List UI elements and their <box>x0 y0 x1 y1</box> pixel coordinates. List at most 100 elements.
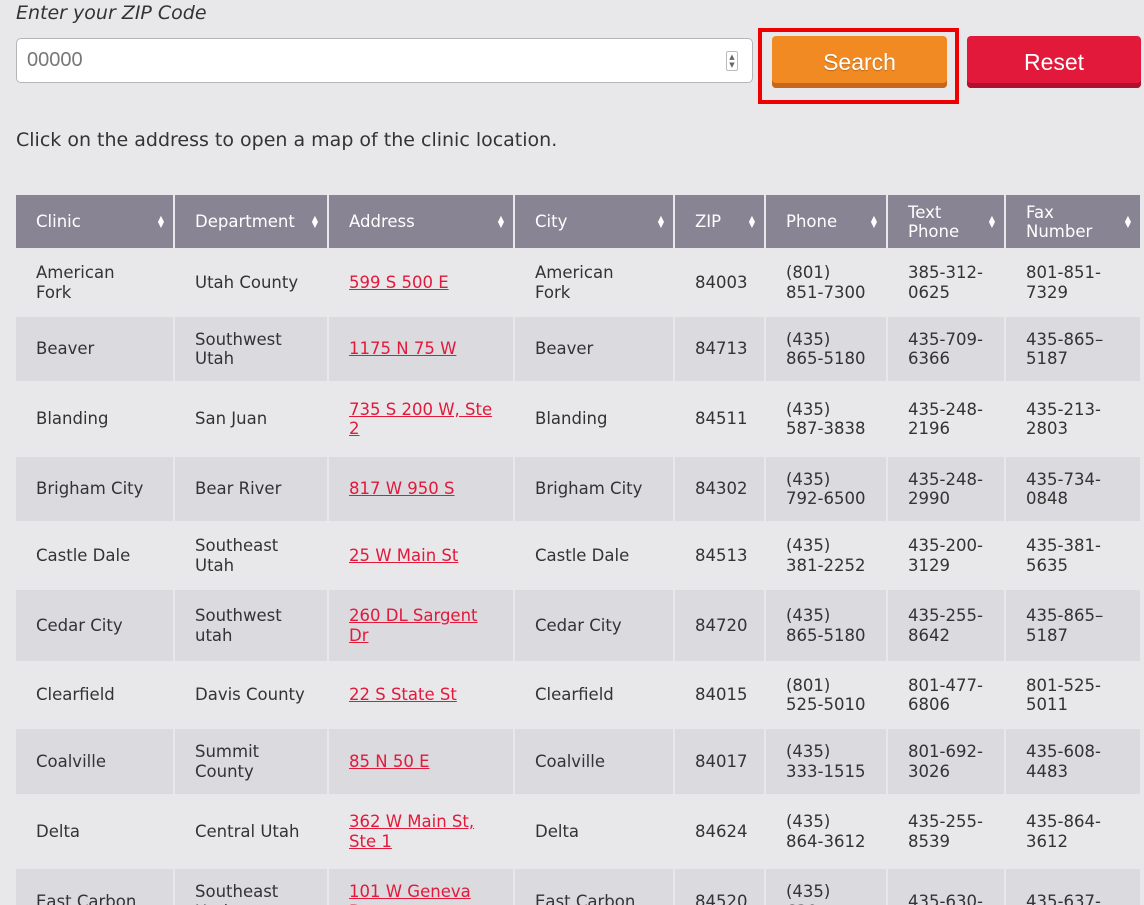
city-cell: Brigham City <box>515 457 673 521</box>
zip-cell: 84017 <box>675 729 764 794</box>
table-row: Blanding San Juan 735 S 200 W, Ste 2 Bla… <box>16 381 1140 457</box>
phone-cell: (435) 381-2252 <box>766 521 886 590</box>
text-phone-cell: 435-248-2196 <box>888 381 1004 457</box>
address-cell: 260 DL Sargent Dr <box>329 590 513 661</box>
address-link[interactable]: 735 S 200 W, Ste 2 <box>349 400 492 439</box>
department-cell: Central Utah <box>175 794 327 869</box>
department-cell: Davis County <box>175 661 327 729</box>
zip-cell: 84720 <box>675 590 764 661</box>
city-cell: Clearfield <box>515 661 673 729</box>
address-cell: 101 W Geneva Dr <box>329 869 513 905</box>
table-row: Cedar City Southwest utah 260 DL Sargent… <box>16 590 1140 661</box>
address-link[interactable]: 1175 N 75 W <box>349 339 456 358</box>
column-header-text-phone[interactable]: Text Phone ▲ ▼ <box>888 195 1004 248</box>
city-cell: Cedar City <box>515 590 673 661</box>
clinic-cell: Coalville <box>16 729 173 794</box>
fax-cell: 435-608-4483 <box>1006 729 1140 794</box>
address-link[interactable]: 362 W Main St, Ste 1 <box>349 812 474 851</box>
address-link[interactable]: 260 DL Sargent Dr <box>349 606 478 645</box>
sort-icon: ▲ ▼ <box>748 213 755 229</box>
phone-cell: (435) 865-5180 <box>766 317 886 381</box>
reset-button[interactable]: Reset <box>967 36 1141 88</box>
address-cell: 25 W Main St <box>329 521 513 590</box>
address-cell: 362 W Main St, Ste 1 <box>329 794 513 869</box>
clinic-cell: Beaver <box>16 317 173 381</box>
column-header-department[interactable]: Department ▲ ▼ <box>175 195 327 248</box>
department-cell: Southwest Utah <box>175 317 327 381</box>
department-cell: San Juan <box>175 381 327 457</box>
column-header-phone[interactable]: Phone ▲ ▼ <box>766 195 886 248</box>
zip-cell: 84624 <box>675 794 764 869</box>
address-link[interactable]: 817 W 950 S <box>349 479 455 498</box>
text-phone-cell: 435-255-8539 <box>888 794 1004 869</box>
address-link[interactable]: 599 S 500 E <box>349 273 449 292</box>
clinic-table: Clinic ▲ ▼ Department ▲ ▼ Address ▲ ▼ City ▲ ▼ Z… <box>14 195 1142 905</box>
clinic-cell: Cedar City <box>16 590 173 661</box>
column-header-fax-number[interactable]: Fax Number ▲ ▼ <box>1006 195 1140 248</box>
instructions-text: Click on the address to open a map of th… <box>16 129 558 151</box>
address-link[interactable]: 85 N 50 E <box>349 752 430 771</box>
city-cell: Castle Dale <box>515 521 673 590</box>
zip-cell: 84015 <box>675 661 764 729</box>
address-link[interactable]: 101 W Geneva Dr <box>349 882 471 905</box>
phone-cell: (435) 864-3612 <box>766 794 886 869</box>
text-phone-cell: 435-255-8642 <box>888 590 1004 661</box>
address-cell: 1175 N 75 W <box>329 317 513 381</box>
table-row: American Fork Utah County 599 S 500 E Am… <box>16 248 1140 317</box>
fax-cell: 435-865–5187 <box>1006 317 1140 381</box>
table-row: Coalville Summit County 85 N 50 E Coalvi… <box>16 729 1140 794</box>
table-row: Clearfield Davis County 22 S State St Cl… <box>16 661 1140 729</box>
sort-icon: ▲ ▼ <box>311 213 318 229</box>
department-cell: Southeast Utah <box>175 521 327 590</box>
department-cell: Utah County <box>175 248 327 317</box>
address-cell: 85 N 50 E <box>329 729 513 794</box>
fax-cell: 435-381-5635 <box>1006 521 1140 590</box>
column-header-clinic[interactable]: Clinic ▲ ▼ <box>16 195 173 248</box>
sort-icon: ▲ ▼ <box>1124 213 1131 229</box>
column-header-zip[interactable]: ZIP ▲ ▼ <box>675 195 764 248</box>
column-header-address[interactable]: Address ▲ ▼ <box>329 195 513 248</box>
city-cell: Beaver <box>515 317 673 381</box>
fax-cell: 435-865–5187 <box>1006 590 1140 661</box>
zip-code-field[interactable]: ▲ ▼ <box>16 38 753 83</box>
city-cell: East Carbon <box>515 869 673 905</box>
clinic-cell: American Fork <box>16 248 173 317</box>
chevron-up-icon[interactable]: ▲ <box>729 53 734 61</box>
text-phone-cell: 385-312-0625 <box>888 248 1004 317</box>
clinic-cell: Castle Dale <box>16 521 173 590</box>
number-stepper[interactable]: ▲ ▼ <box>726 50 738 71</box>
text-phone-cell: 801-477-6806 <box>888 661 1004 729</box>
sort-icon: ▲ ▼ <box>870 213 877 229</box>
clinic-cell: Blanding <box>16 381 173 457</box>
clinic-cell: Delta <box>16 794 173 869</box>
sort-icon: ▲ ▼ <box>497 213 504 229</box>
sort-icon: ▲ ▼ <box>157 213 164 229</box>
zip-cell: 84513 <box>675 521 764 590</box>
city-cell: Blanding <box>515 381 673 457</box>
address-link[interactable]: 25 W Main St <box>349 546 458 565</box>
phone-cell: (435) 630- <box>766 869 886 905</box>
city-cell: Delta <box>515 794 673 869</box>
address-cell: 817 W 950 S <box>329 457 513 521</box>
zip-cell: 84511 <box>675 381 764 457</box>
fax-cell: 435-734-0848 <box>1006 457 1140 521</box>
chevron-down-icon[interactable]: ▼ <box>729 61 734 69</box>
sort-icon: ▲ ▼ <box>657 213 664 229</box>
city-cell: Coalville <box>515 729 673 794</box>
clinic-locator-page: Enter your ZIP Code ▲ ▼ Search Reset Cli… <box>0 0 1144 905</box>
phone-cell: (801) 525-5010 <box>766 661 886 729</box>
search-button[interactable]: Search <box>772 36 947 88</box>
fax-cell: 801-525-5011 <box>1006 661 1140 729</box>
zip-cell: 84713 <box>675 317 764 381</box>
zip-cell: 84520 <box>675 869 764 905</box>
zip-code-input[interactable] <box>17 39 726 82</box>
department-cell: Southwest utah <box>175 590 327 661</box>
text-phone-cell: 435-248-2990 <box>888 457 1004 521</box>
column-header-city[interactable]: City ▲ ▼ <box>515 195 673 248</box>
address-link[interactable]: 22 S State St <box>349 685 457 704</box>
table-row: Brigham City Bear River 817 W 950 S Brig… <box>16 457 1140 521</box>
address-cell: 599 S 500 E <box>329 248 513 317</box>
fax-cell: 435-637- <box>1006 869 1140 905</box>
department-cell: Bear River <box>175 457 327 521</box>
text-phone-cell: 435-630- <box>888 869 1004 905</box>
